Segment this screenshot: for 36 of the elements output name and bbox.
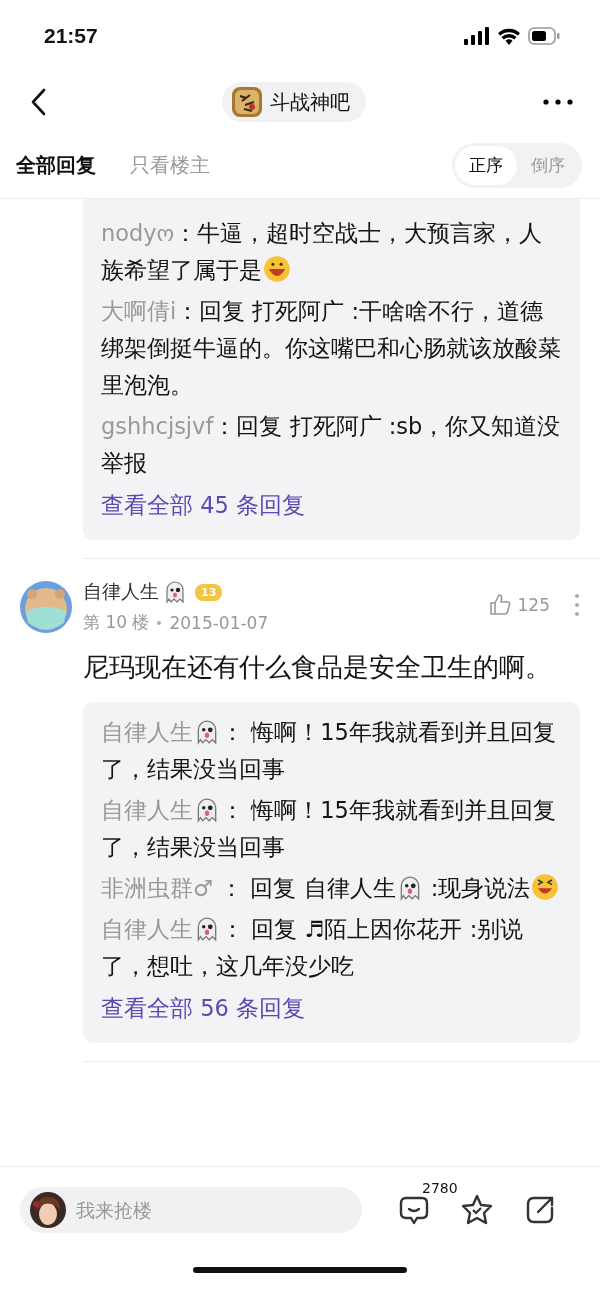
post-date: 2015-01-07 — [169, 612, 269, 633]
forum-name: 斗战神吧 — [270, 88, 350, 116]
forum-logo-icon — [232, 87, 262, 117]
forum-chip[interactable]: 斗战神吧 — [222, 82, 366, 122]
reply-text: 自律人生 ： 悔啊！15年我就看到并且回复了，结果没当回事 — [101, 718, 557, 784]
wifi-icon — [498, 27, 520, 45]
floor-number: 第 10 楼 — [83, 611, 150, 634]
status-time: 21:57 — [44, 24, 98, 48]
share-icon[interactable] — [524, 1194, 556, 1226]
reply-text: 非洲虫群♂ ： 回复 自律人生 :现身说法 — [101, 870, 562, 907]
reply-text: nodyო：牛逼，超时空战士，大预言家，人族希望了属于是 — [101, 219, 544, 285]
reply-text: 自律人生 ： 回复 ♬陌上因你花开 :别说了，想吐，这几年没少吃 — [101, 915, 525, 981]
reply-text: 自律人生 ： 悔啊！15年我就看到并且回复了，结果没当回事 — [101, 796, 557, 862]
laughing-face-icon — [531, 873, 560, 901]
back-icon[interactable] — [30, 88, 46, 116]
level-badge: 13 — [195, 583, 223, 601]
author-name[interactable]: 自律人生 — [83, 579, 159, 605]
more-icon[interactable] — [542, 98, 574, 106]
comment-icon[interactable] — [398, 1194, 430, 1226]
comment-count: 2780 — [422, 1180, 458, 1196]
star-icon[interactable] — [460, 1193, 494, 1227]
filter-tab[interactable]: 全部回复 — [16, 151, 96, 179]
thumbs-up-icon — [487, 593, 512, 617]
battery-icon — [528, 27, 560, 45]
view-all-replies-link[interactable]: 查看全部 56 条回复 — [101, 989, 562, 1027]
separator-dot — [157, 620, 162, 625]
view-all-replies-link[interactable]: 查看全部 45 条回复 — [101, 486, 562, 524]
avatar-icon[interactable] — [20, 581, 72, 633]
reply-text: 大啊倩i：回复 打死阿广 :干啥啥不行，道德绑架倒挺牛逼的。你这嘴巴和心肠就该放酸菜里泡泡。 — [101, 297, 562, 400]
signal-icon — [464, 27, 490, 45]
sort-option[interactable]: 正序 — [455, 145, 517, 185]
grinning-face-icon — [263, 255, 291, 283]
ghost-icon — [163, 580, 187, 604]
reply-text: gshhcjsjvf：回复 打死阿广 :sb，你又知道没举报 — [101, 412, 562, 478]
post-text: 尼玛现在还有什么食品是安全卫生的啊。 — [83, 651, 552, 684]
reply-input-field[interactable]: 我来抢楼 — [20, 1187, 362, 1233]
